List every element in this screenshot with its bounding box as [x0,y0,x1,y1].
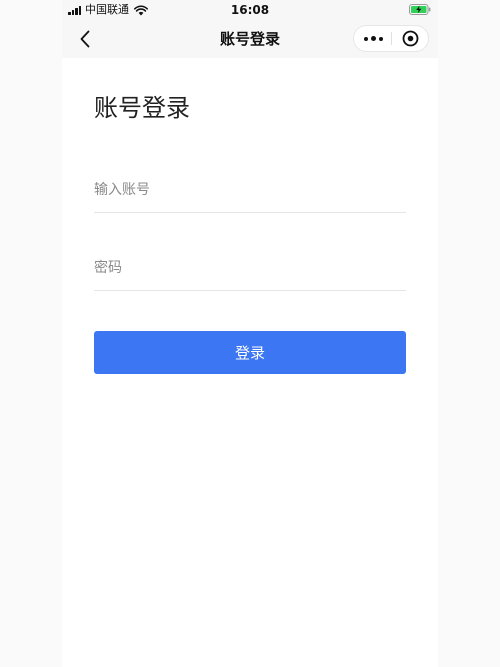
status-bar: 中国联通 16:08 [62,0,438,20]
mini-program-capsule [353,25,429,52]
target-circle-icon [402,30,418,47]
login-button[interactable]: 登录 [94,331,406,374]
status-time: 16:08 [230,3,270,17]
page-title: 账号登录 [94,94,190,122]
password-input[interactable] [94,246,406,290]
password-field [94,246,406,291]
account-input[interactable] [94,168,406,212]
close-button[interactable] [392,26,428,51]
more-dots-icon [362,36,384,41]
more-button[interactable] [354,26,392,51]
battery-charging-icon [409,4,431,15]
account-field [94,168,406,213]
navigation-bar: 账号登录 [62,20,438,58]
phone-screen: 中国联通 16:08 账号登录 账号登录 输入账号 登录 [62,0,438,667]
